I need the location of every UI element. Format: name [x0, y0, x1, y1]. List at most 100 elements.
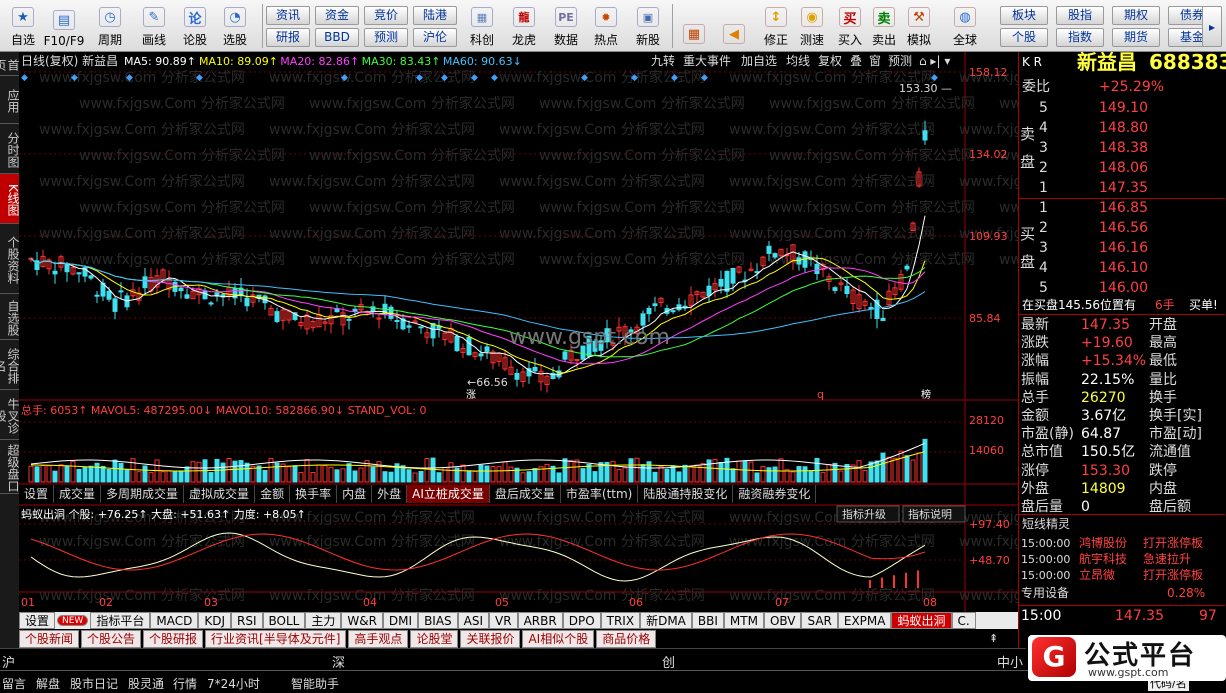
toolbar-small-button[interactable]: 个股 — [1000, 28, 1048, 47]
indicator-tab[interactable]: VR — [489, 612, 518, 629]
toolbar-small-button[interactable]: 期权 — [1112, 6, 1160, 25]
toolbar-small-button[interactable]: 资讯 — [266, 6, 310, 25]
leftnav-item[interactable]: 超级盘口 — [0, 440, 20, 494]
indicator-tab[interactable]: ASI — [457, 612, 490, 629]
news-tab[interactable]: 个股研报 — [143, 630, 204, 648]
toolbar-scroll-button[interactable]: ▸ — [1202, 6, 1222, 47]
volume-tab[interactable]: AI立桩成交量 — [407, 485, 490, 503]
volume-tab[interactable]: 融资融券变化 — [733, 485, 817, 503]
index-ticker[interactable]: 沪 — [2, 652, 15, 671]
toolbar-fire-button[interactable]: ✹ 热点 — [586, 2, 626, 50]
index-ticker[interactable]: 深 — [332, 652, 345, 671]
news-tab[interactable]: 商品价格 — [596, 630, 657, 648]
toolbar-small-button[interactable]: 股指 — [1056, 6, 1104, 25]
bottom-link[interactable]: 智能助手 — [291, 675, 339, 692]
volume-tab[interactable]: 虚拟成交量 — [184, 485, 256, 503]
indicator-tab[interactable]: MACD — [150, 612, 199, 629]
toolbar-grid-button[interactable]: ▦ — [676, 2, 712, 50]
indicator-tab[interactable]: 指标平台 — [90, 612, 151, 629]
toolbar-sell-button[interactable]: 卖卖出 — [866, 2, 902, 50]
news-tab[interactable]: 个股公告 — [81, 630, 142, 648]
index-ticker[interactable]: 创 — [662, 652, 675, 671]
news-tab[interactable]: 高手观点 — [348, 630, 409, 648]
kline-chart-canvas[interactable]: www.fxjgsw.Com 分析家公式网 www.fxjgsw.Com 分析家公… — [19, 52, 1018, 665]
toolbar-hammer-button[interactable]: ⚒ 模拟 — [901, 2, 937, 50]
toolbar-data-button[interactable]: PE 数据 — [546, 2, 586, 50]
leftnav-item[interactable]: 牛叉诊股 — [0, 390, 20, 440]
leftnav-item[interactable]: 应用 — [0, 76, 20, 124]
toolbar-small-button[interactable]: 资金 — [315, 6, 359, 25]
toolbar-small-button[interactable]: 板块 — [1000, 6, 1048, 25]
volume-tab[interactable]: 金额 — [255, 485, 291, 503]
expand-icon[interactable]: ⇞ — [989, 632, 998, 645]
volume-tab[interactable]: 盘后成交量 — [490, 485, 561, 503]
toolbar-pencil-button[interactable]: ✎ 画线 — [134, 2, 174, 50]
indicator-tab[interactable]: SAR — [801, 612, 838, 629]
leftnav-item[interactable]: 综合排名 — [0, 340, 20, 390]
toolbar-stock-select-button[interactable]: ◔ 选股 — [215, 2, 255, 50]
volume-tab[interactable]: 内盘 — [337, 485, 373, 503]
news-tab[interactable]: 个股新闻 — [19, 630, 80, 648]
toolbar-f10-button[interactable]: ▤ F10/F9 — [44, 2, 84, 50]
leftnav-item[interactable]: 分时图 — [0, 124, 20, 174]
toolbar-back-arrow-button[interactable]: ◀ — [716, 2, 752, 50]
leftnav-item[interactable]: K线图 — [0, 174, 20, 224]
toolbar-small-button[interactable]: 竞价 — [364, 6, 408, 25]
toolbar-small-button[interactable]: 预测 — [364, 28, 408, 47]
indicator-tab[interactable]: 主力 — [305, 612, 342, 629]
toolbar-dragon-tiger-button[interactable]: 龍龙虎 — [504, 2, 544, 50]
news-tab[interactable]: 行业资讯[半导体及元件] — [205, 630, 347, 648]
indicator-tab[interactable]: 新DMA — [640, 612, 692, 629]
bottom-link[interactable]: 留言 — [2, 675, 26, 692]
bottom-link[interactable]: 股灵通 — [128, 675, 164, 692]
indicator-tab[interactable]: DMI — [382, 612, 419, 629]
volume-tab[interactable]: 陆股通持股变化 — [638, 485, 734, 503]
toolbar-small-button[interactable]: 陆港 — [413, 6, 457, 25]
volume-tab[interactable]: 换手率 — [290, 485, 338, 503]
indicator-tab[interactable]: BBI — [691, 612, 724, 629]
toolbar-ipo-button[interactable]: ▣ 新股 — [628, 2, 668, 50]
volume-tab[interactable]: 设置 — [19, 485, 55, 503]
bottom-link[interactable]: 7*24小时 — [207, 675, 260, 692]
toolbar-small-button[interactable]: 研报 — [266, 28, 310, 47]
indicator-tab[interactable]: 设置 — [19, 612, 56, 629]
volume-tab[interactable]: 多周期成交量 — [101, 485, 185, 503]
volume-tab[interactable]: 外盘 — [372, 485, 408, 503]
bottom-link[interactable]: 行情 — [173, 675, 197, 692]
toolbar-kechuang-button[interactable]: ▦ 科创 — [462, 2, 502, 50]
indicator-tab[interactable]: DPO — [562, 612, 601, 629]
toolbar-discuss-button[interactable]: 论论股 — [175, 2, 215, 50]
leftnav-item[interactable]: 首页 — [0, 52, 20, 76]
toolbar-small-button[interactable]: 沪伦 — [413, 28, 457, 47]
toolbar-globe-button[interactable]: ◍ 全球 — [947, 2, 983, 50]
toolbar-small-button[interactable]: 指数 — [1056, 28, 1104, 47]
indicator-tab[interactable]: TRIX — [600, 612, 641, 629]
leftnav-item[interactable]: 个股资料 — [0, 224, 20, 294]
toolbar-fix-button[interactable]: ↕ 修正 — [758, 2, 794, 50]
indicator-tab[interactable]: BOLL — [262, 612, 306, 629]
toolbar-star-button[interactable]: ★ 自选 — [3, 2, 43, 50]
bottom-link[interactable]: 股市日记 — [70, 675, 118, 692]
bottom-link[interactable]: 解盘 — [36, 675, 60, 692]
indicator-tab[interactable]: NEW — [57, 615, 89, 626]
index-ticker[interactable]: 中小 — [997, 652, 1023, 671]
indicator-tab[interactable]: MTM — [723, 612, 764, 629]
indicator-tab[interactable]: W&R — [341, 612, 383, 629]
news-tab[interactable]: 关联报价 — [460, 630, 521, 648]
indicator-tab[interactable]: C. — [951, 612, 976, 629]
indicator-tab[interactable]: RSI — [231, 612, 263, 629]
news-tab[interactable]: AI相似个股 — [522, 630, 595, 648]
indicator-tab[interactable]: KDJ — [198, 612, 231, 629]
toolbar-buy-button[interactable]: 买买入 — [832, 2, 868, 50]
indicator-tab[interactable]: BIAS — [418, 612, 458, 629]
indicator-tab[interactable]: ARBR — [517, 612, 563, 629]
indicator-tab[interactable]: OBV — [763, 612, 802, 629]
toolbar-small-button[interactable]: BBD — [315, 28, 359, 47]
indicator-tab[interactable]: 蚂蚁出洞 — [891, 612, 952, 629]
leftnav-item[interactable]: 自选股 — [0, 294, 20, 340]
news-tab[interactable]: 论股堂 — [410, 630, 459, 648]
toolbar-clock-button[interactable]: ◷ 周期 — [90, 2, 130, 50]
volume-tab[interactable]: 成交量 — [54, 485, 102, 503]
toolbar-speed-button[interactable]: ◉ 测速 — [794, 2, 830, 50]
toolbar-small-button[interactable]: 期货 — [1112, 28, 1160, 47]
